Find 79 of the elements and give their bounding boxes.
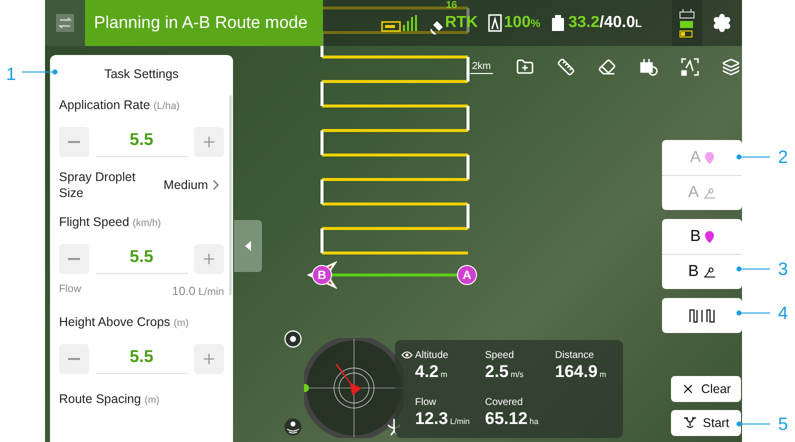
settings-icon[interactable] bbox=[712, 13, 732, 33]
leader-line bbox=[22, 69, 58, 75]
remote-signal-icon bbox=[381, 13, 419, 33]
battery-icon bbox=[488, 14, 502, 32]
telemetry-label: Altitude bbox=[415, 350, 450, 362]
tank-icon bbox=[550, 14, 566, 32]
minus-button[interactable] bbox=[59, 344, 89, 374]
setting-label: Route Spacing bbox=[59, 392, 142, 406]
setting-label: Height Above Crops bbox=[59, 315, 170, 329]
value-field[interactable]: 5.5 bbox=[96, 344, 188, 374]
callout-number: 4 bbox=[778, 303, 788, 323]
minus-button[interactable] bbox=[59, 126, 89, 157]
satellite-count: 16 bbox=[446, 0, 458, 13]
controller-battery-icon bbox=[679, 8, 695, 38]
unit-label: (m) bbox=[144, 395, 160, 406]
minus-icon bbox=[68, 258, 80, 260]
plus-button[interactable] bbox=[194, 126, 224, 157]
callout-number: 5 bbox=[778, 414, 788, 434]
panel-title: Task Settings bbox=[103, 66, 180, 83]
value-field[interactable]: 5.5 bbox=[96, 244, 188, 274]
satellite-map[interactable] bbox=[45, 0, 742, 442]
leader-line bbox=[736, 266, 770, 272]
pin-icon bbox=[704, 230, 714, 242]
telemetry-label: Covered bbox=[485, 397, 524, 409]
route-pattern-button[interactable] bbox=[662, 298, 742, 333]
map-scale: 2km bbox=[470, 60, 493, 74]
telemetry-label: Flow bbox=[415, 397, 438, 409]
plus-button[interactable] bbox=[194, 344, 224, 374]
telemetry-value: 164.9 m bbox=[555, 362, 608, 383]
telemetry-value: 4.2 m bbox=[415, 362, 448, 383]
flow-value: 10.0 L/min bbox=[172, 283, 224, 300]
plus-icon bbox=[201, 351, 217, 367]
left-triangle-icon bbox=[245, 241, 251, 251]
route-point-marker[interactable]: B bbox=[312, 265, 332, 285]
callout-number: 1 bbox=[6, 63, 16, 86]
telemetry-value: 2.5 m/s bbox=[485, 362, 525, 383]
plus-button[interactable] bbox=[194, 244, 224, 274]
minus-icon bbox=[68, 358, 80, 360]
unit-label: (km/h) bbox=[132, 218, 162, 229]
pin-icon bbox=[704, 152, 714, 164]
route-point-marker[interactable]: A bbox=[457, 265, 477, 285]
value-field[interactable]: 5.5 bbox=[96, 126, 188, 157]
eraser-icon[interactable] bbox=[598, 58, 616, 76]
battery-level: 100% bbox=[504, 13, 540, 33]
zigzag-route-icon bbox=[689, 308, 715, 322]
leader-line bbox=[736, 310, 770, 316]
locked-frame-icon[interactable] bbox=[680, 58, 699, 76]
unit-label: (L/ha) bbox=[154, 100, 180, 112]
telemetry-value: 12.3 L/min bbox=[415, 409, 471, 430]
remote-target-icon[interactable] bbox=[640, 58, 658, 76]
clear-button[interactable]: Clear bbox=[671, 376, 741, 402]
plus-icon bbox=[201, 251, 217, 267]
setting-label: Flight Speed bbox=[59, 215, 130, 229]
leader-line bbox=[736, 421, 770, 427]
start-button[interactable]: Start bbox=[671, 410, 741, 436]
callout-number: 3 bbox=[778, 259, 788, 279]
tank-level: 33.2/40.0L bbox=[568, 13, 642, 33]
droplet-size-select[interactable]: Spray Droplet Size Medium bbox=[59, 169, 224, 201]
rtk-status: RTK bbox=[445, 14, 478, 31]
telemetry-label: Speed bbox=[485, 350, 515, 362]
ruler-icon[interactable] bbox=[557, 58, 576, 76]
telemetry-label: Distance bbox=[555, 350, 595, 362]
folder-plus-icon[interactable] bbox=[516, 58, 534, 76]
unit-label: (m) bbox=[174, 318, 189, 329]
telemetry-value: 65.12 ha bbox=[485, 409, 540, 430]
route-mode-icon[interactable] bbox=[55, 13, 75, 33]
leader-line bbox=[736, 154, 770, 160]
flow-label: Flow bbox=[59, 282, 82, 298]
radar-icon[interactable] bbox=[284, 418, 302, 436]
target-icon[interactable] bbox=[284, 330, 302, 348]
plus-icon bbox=[201, 134, 217, 150]
mode-title-bar: Planning in A-B Route mode bbox=[85, 0, 323, 46]
set-point-button[interactable]: B bbox=[662, 219, 742, 254]
minus-icon bbox=[68, 140, 80, 143]
setting-label: Application Rate bbox=[59, 98, 150, 112]
callout-number: 2 bbox=[778, 147, 788, 167]
layers-icon[interactable] bbox=[722, 58, 740, 76]
eye-icon bbox=[401, 351, 413, 359]
minus-button[interactable] bbox=[59, 244, 89, 274]
